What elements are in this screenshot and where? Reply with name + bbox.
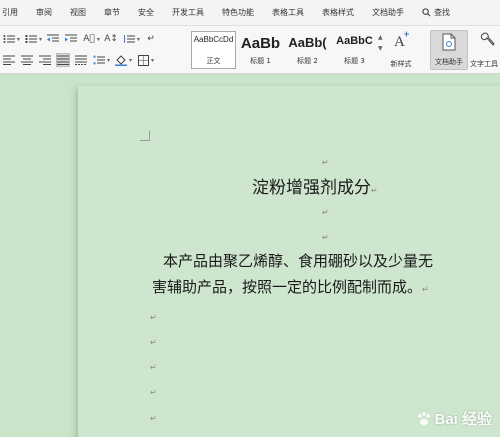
wrench-icon (480, 32, 495, 46)
align-right-icon[interactable] (38, 53, 52, 67)
menu-item-references[interactable]: 引用 (0, 7, 27, 18)
margin-corner-mark (140, 131, 150, 141)
menu-item-sections[interactable]: 章节 (95, 7, 129, 18)
paw-icon (418, 411, 431, 425)
search-button[interactable]: 查找 (413, 7, 459, 18)
paragraph-mark: ↵ (322, 208, 329, 217)
align-center-icon[interactable] (20, 53, 34, 67)
asian-layout-icon[interactable]: A⃣ (82, 32, 96, 46)
gallery-scroll: ▲ ▼ (378, 34, 383, 52)
show-hide-marks-icon[interactable]: ↵ (144, 32, 158, 46)
paragraph-mark: ↵ (150, 338, 157, 347)
increase-indent-icon[interactable] (64, 32, 78, 46)
chevron-up-icon[interactable]: ▲ (378, 34, 383, 41)
paragraph-spacing-icon[interactable] (92, 53, 106, 67)
style-gallery: AaBbCcDd 正文 AaBb 标题 1 AaBb( 标题 2 AaBbC 标… (191, 31, 377, 69)
chevron-down-icon[interactable]: ▾ (39, 36, 42, 43)
style-normal[interactable]: AaBbCcDd 正文 (191, 31, 236, 69)
watermark-text: Bai 经验 (434, 411, 492, 428)
chevron-down-icon[interactable]: ▾ (107, 57, 110, 64)
style-preview: AaBbC (336, 35, 373, 47)
style-name: 标题 2 (297, 57, 318, 65)
paragraph-mark: ↵ (322, 158, 329, 167)
menu-item-table-tools[interactable]: 表格工具 (263, 7, 313, 18)
new-style-icon: A (394, 31, 409, 49)
paragraph-toolbar-row2: ▾ ▾ ▾ (2, 53, 154, 67)
style-preview: AaBbCcDd (193, 35, 234, 44)
style-heading-3[interactable]: AaBbC 标题 3 (332, 31, 377, 69)
sort-icon[interactable]: A↕ (104, 32, 118, 46)
paragraph-mark: ↵ (371, 186, 378, 195)
style-name: 标题 1 (250, 57, 271, 65)
chevron-down-icon[interactable]: ▾ (137, 36, 140, 43)
chevron-down-icon[interactable]: ▾ (97, 36, 100, 43)
baidu-watermark: Bai 经验 (416, 408, 492, 429)
chevron-down-icon[interactable]: ▾ (17, 36, 20, 43)
style-heading-1[interactable]: AaBb 标题 1 (238, 31, 283, 69)
style-preview: AaBb (240, 35, 281, 52)
justify-icon[interactable] (56, 53, 70, 67)
paragraph-mark: ↵ (150, 388, 157, 397)
menu-item-review[interactable]: 审阅 (27, 7, 61, 18)
doc-assistant-icon (442, 33, 456, 51)
search-icon (422, 8, 431, 17)
search-label: 查找 (434, 8, 450, 17)
menu-item-security[interactable]: 安全 (129, 7, 163, 18)
align-left-icon[interactable] (2, 53, 16, 67)
paragraph-mark: ↵ (150, 313, 157, 322)
numbered-list-icon[interactable] (24, 32, 38, 46)
chevron-down-icon[interactable]: ▾ (151, 57, 154, 64)
borders-icon[interactable] (136, 53, 150, 67)
paragraph-mark: ↵ (422, 285, 429, 294)
chevron-down-icon[interactable]: ▾ (129, 57, 132, 64)
style-preview: AaBb( (288, 35, 327, 50)
paragraph-mark: ↵ (322, 233, 329, 242)
chevron-down-icon[interactable]: ▼ (378, 45, 383, 52)
paragraph-mark: ↵ (150, 363, 157, 372)
bullet-list-icon[interactable] (2, 32, 16, 46)
text-tools-label: 文字工具 (470, 60, 498, 68)
menu-item-features[interactable]: 特色功能 (213, 7, 263, 18)
doc-assistant-label: 文档助手 (435, 58, 463, 66)
new-style-label: 新样式 (390, 60, 412, 68)
paragraph-mark: ↵ (150, 414, 157, 423)
paragraph-line-2[interactable]: 害辅助产品，按照一定的比例配制而成。↵ (152, 276, 500, 297)
doc-assistant-button[interactable]: 文档助手 (430, 30, 468, 70)
document-title[interactable]: 淀粉增强剂成分↵ (252, 173, 378, 198)
document-title-text: 淀粉增强剂成分 (252, 178, 371, 198)
menu-item-doc-assistant[interactable]: 文档助手 (363, 7, 413, 18)
line-spacing-icon[interactable] (122, 32, 136, 46)
ribbon-toolbar: ▾ ▾ A⃣ ▾ A↕ ▾ ↵ ▾ ▾ ▾ AaBbCcDd 正文 AaBb 标… (0, 26, 500, 74)
style-name: 正文 (206, 57, 221, 65)
distributed-align-icon[interactable] (74, 53, 88, 67)
menu-item-table-styles[interactable]: 表格样式 (313, 7, 363, 18)
new-style-button[interactable]: A 新样式 (384, 31, 418, 69)
svg-text:A: A (394, 34, 405, 49)
paragraph-line-2-text: 害辅助产品，按照一定的比例配制而成。 (152, 278, 423, 296)
menu-item-view[interactable]: 视图 (61, 7, 95, 18)
paragraph-line-1[interactable]: 本产品由聚乙烯醇、食用硼砂以及少量无 (163, 250, 500, 271)
decrease-indent-icon[interactable] (46, 32, 60, 46)
style-name: 标题 3 (344, 57, 365, 65)
paragraph-toolbar-row1: ▾ ▾ A⃣ ▾ A↕ ▾ ↵ (2, 32, 158, 46)
menu-bar: 引用 审阅 视图 章节 安全 开发工具 特色功能 表格工具 表格样式 文档助手 … (0, 0, 500, 26)
menu-item-developer[interactable]: 开发工具 (163, 7, 213, 18)
shading-icon[interactable] (114, 53, 128, 67)
style-heading-2[interactable]: AaBb( 标题 2 (285, 31, 330, 69)
text-tools-button[interactable]: 文字工具 (470, 31, 500, 69)
